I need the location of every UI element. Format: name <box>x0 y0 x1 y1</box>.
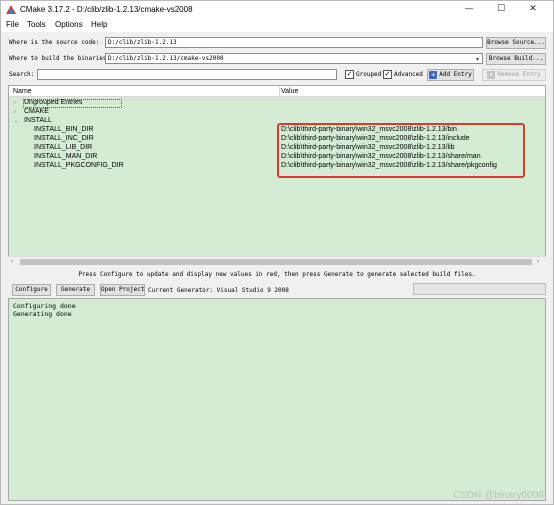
binaries-label: Where to build the binaries: <box>9 55 111 62</box>
minimize-button[interactable]: — <box>455 1 483 18</box>
browse-source-button[interactable]: Browse Source... <box>486 37 546 49</box>
remove-entry-label: Remove Entry <box>497 71 541 78</box>
entry-name: INSTALL_PKGCONFIG_DIR <box>34 162 124 169</box>
generate-button[interactable]: Generate <box>56 284 95 296</box>
add-entry-label: Add Entry <box>439 71 472 78</box>
remove-icon: × <box>487 70 496 79</box>
source-path-input[interactable]: D:/clib/zlib-1.2.13 <box>105 37 483 48</box>
current-generator-text: Current Generator: Visual Studio 9 2008 <box>148 287 289 294</box>
maximize-button[interactable]: ☐ <box>487 1 515 18</box>
entry-name: INSTALL_LIB_DIR <box>34 144 93 151</box>
progress-bar <box>413 283 546 295</box>
scrollbar-thumb[interactable] <box>20 259 532 265</box>
log-line: Configuring done <box>13 302 76 310</box>
entry-name: INSTALL_INC_DIR <box>34 135 94 142</box>
add-entry-button[interactable]: + Add Entry <box>427 69 474 81</box>
expand-arrow-icon[interactable]: › <box>14 108 16 116</box>
group-name: INSTALL <box>24 117 52 124</box>
grouped-label: Grouped <box>356 71 382 78</box>
expand-arrow-icon[interactable]: › <box>14 99 16 107</box>
window-title: CMake 3.17.2 - D:/clib/zlib-1.2.13/cmake… <box>20 5 193 14</box>
output-log[interactable]: Configuring done Generating done <box>8 298 546 501</box>
horizontal-scrollbar[interactable]: ‹ › <box>8 256 546 266</box>
column-divider[interactable] <box>279 86 280 97</box>
group-row-cmake[interactable]: › CMAKE <box>9 108 545 116</box>
scroll-right-icon[interactable]: › <box>537 258 539 265</box>
entry-name: INSTALL_MAN_DIR <box>34 153 98 160</box>
entry-name: INSTALL_BIN_DIR <box>34 126 94 133</box>
search-input[interactable] <box>37 69 337 80</box>
annotation-highlight-box <box>277 123 525 178</box>
title-bar: CMake 3.17.2 - D:/clib/zlib-1.2.13/cmake… <box>1 1 553 18</box>
log-line: Generating done <box>13 310 72 318</box>
group-row-ungrouped[interactable]: › Ungrouped Entries <box>9 99 545 108</box>
browse-build-button[interactable]: Browse Build... <box>486 53 546 65</box>
advanced-label: Advanced <box>394 71 423 78</box>
cache-table[interactable]: Name Value › Ungrouped Entries › CMAKE ⌄… <box>8 85 546 266</box>
group-name: CMAKE <box>24 108 49 115</box>
status-message: Press Configure to update and display ne… <box>78 271 476 278</box>
menu-help[interactable]: Help <box>91 20 107 29</box>
source-label: Where is the source code: <box>9 39 100 46</box>
remove-entry-button[interactable]: × Remove Entry <box>482 69 546 81</box>
table-header: Name Value <box>9 86 545 97</box>
grouped-checkbox[interactable]: ✓ <box>345 70 354 79</box>
menu-options[interactable]: Options <box>55 20 83 29</box>
binaries-path-combo[interactable]: D:/clib/zlib-1.2.13/cmake-vs2008 <box>105 53 483 64</box>
cmake-window: CMake 3.17.2 - D:/clib/zlib-1.2.13/cmake… <box>0 0 554 505</box>
close-button[interactable]: ✕ <box>519 1 547 18</box>
advanced-checkbox[interactable]: ✓ <box>383 70 392 79</box>
column-name-header[interactable]: Name <box>13 88 32 95</box>
chevron-down-icon[interactable]: ▾ <box>476 56 482 63</box>
search-label: Search: <box>9 71 35 78</box>
open-project-button[interactable]: Open Project <box>100 284 145 296</box>
add-icon: + <box>429 70 438 79</box>
collapse-arrow-icon[interactable]: ⌄ <box>14 117 18 125</box>
group-name: Ungrouped Entries <box>24 99 83 106</box>
configure-button[interactable]: Configure <box>12 284 51 296</box>
watermark-text: CSDN @binary0006 <box>453 490 544 501</box>
cmake-logo-icon <box>6 5 16 14</box>
scroll-left-icon[interactable]: ‹ <box>11 258 13 265</box>
menu-bar: File Tools Options Help <box>1 18 553 32</box>
menu-tools[interactable]: Tools <box>27 20 46 29</box>
menu-file[interactable]: File <box>6 20 19 29</box>
column-value-header[interactable]: Value <box>281 88 298 95</box>
